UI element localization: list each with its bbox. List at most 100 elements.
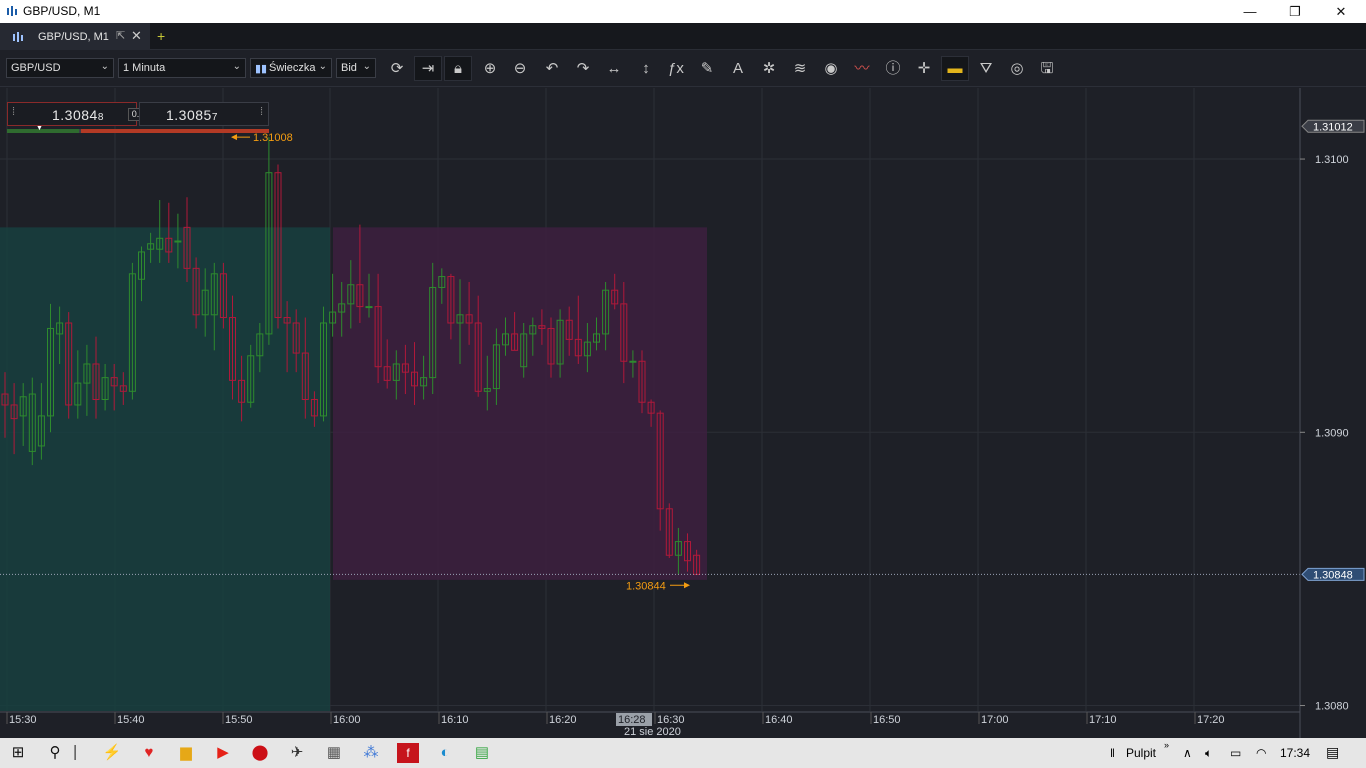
paint-bucket-icon[interactable]: ⛛ [976,59,996,79]
zoom-in-icon[interactable]: ⊕ [480,59,500,79]
candle-body[interactable] [629,360,637,363]
autoscroll-icon[interactable]: ⇥ [418,59,438,79]
grip-icon: ⁞ [12,106,16,118]
wifi-icon[interactable]: ◠ [1256,746,1266,760]
crosshair-icon[interactable]: ✛ [914,59,934,79]
tray-expand-icon[interactable]: ∧ [1183,746,1192,760]
app-bird-icon[interactable]: ✈ [286,743,308,763]
price-tick-label: 1.3100 [1315,154,1349,166]
ask-pip: 7 [211,112,218,123]
refresh-icon[interactable]: ⟳ [387,59,407,79]
sentiment-marker-icon: ▼ [36,125,43,132]
media-player-icon[interactable]: ▶ [212,743,234,763]
toolbar-separator: ‖ [1110,746,1115,760]
time-tick-label: 16:20 [549,714,577,726]
price-tick-label: 1.3080 [1315,701,1349,713]
ask-price: 1.30857 [166,107,218,123]
horizontal-scale-icon[interactable]: ↔ [604,59,624,79]
zoom-out-icon[interactable]: ⊖ [510,59,530,79]
detach-tab-icon[interactable]: ⇱ [116,29,125,42]
trading-app-icon[interactable]: f [397,743,419,763]
app-pin-icon[interactable]: ⚡ [101,743,123,763]
candlestick-app-icon [7,6,17,16]
timeframe-select[interactable]: 1 Minuta ⌄ [118,58,246,78]
windows-taskbar: ⊞ ⚲ ⎸ ⚡ ♥ ▆ ▶ ⬤ ✈ ▦ ⁂ f ◐ ▤ ‖ Pulpit » ∧… [0,738,1366,768]
signal-icon[interactable]: 〰 [852,59,872,79]
window-title: GBP/USD, M1 [23,4,101,18]
windows-start-icon[interactable]: ⊞ [7,743,29,763]
time-tick-label: 16:40 [765,714,793,726]
crosshair-time-label: 16:28 [618,714,646,726]
save-icon[interactable]: 🖫︎ [1037,59,1057,79]
app-dots-icon[interactable]: ⁂ [360,743,382,763]
chart-canvas[interactable]: 1.31001.30901.30801.310121.308481.310081… [0,88,1366,738]
tab-gbpusd[interactable]: GBP/USD, M1 ⇱ ✕ [0,23,150,50]
chevron-up-icon[interactable]: » [1164,740,1169,750]
price-chart[interactable]: 1.3100 1.3090 1.3080 1.31012 1.30848 1.31008 1… [0,88,1366,738]
calculator-icon[interactable]: ▦ [323,743,345,763]
spreadsheet-icon[interactable]: ▤ [471,743,493,763]
opera-icon[interactable]: ⬤ [249,743,271,763]
battery-icon[interactable]: ▭ [1230,746,1241,760]
lock-icon[interactable]: 🔒︎ [448,59,468,79]
chevron-down-icon: ⌄ [100,61,109,72]
file-explorer-icon[interactable]: ▆ [175,743,197,763]
chart-tab-bar: GBP/USD, M1 ⇱ ✕ + [0,23,1366,50]
time-tick-label: 16:10 [441,714,469,726]
candle-body[interactable] [365,306,373,309]
bid-pip: 8 [97,112,104,123]
price-side-select[interactable]: Bid ⌄ [336,58,376,78]
buy-button[interactable]: 1.30857 ⁞ [139,102,269,126]
notifications-icon[interactable]: ▤ [1326,744,1339,761]
chart-type-select[interactable]: ▮▮ Świeczka ⌄ [250,58,332,78]
time-tick-label: 15:30 [9,714,37,726]
camera-icon[interactable]: ◎ [1007,59,1027,79]
vertical-scale-icon[interactable]: ↕ [636,59,656,79]
redo-icon[interactable]: ↷ [573,59,593,79]
layers-icon[interactable]: ≋ [790,59,810,79]
close-tab-icon[interactable]: ✕ [131,28,142,44]
task-view-icon[interactable]: ⎸ [71,743,93,763]
speaker-icon[interactable]: 🔈︎ [1205,746,1212,761]
minimize-button[interactable]: — [1227,0,1273,23]
chevron-down-icon: ⌄ [232,61,241,72]
chart-type-value: Świeczka [269,62,316,74]
text-tool-icon[interactable]: A [728,59,748,79]
info-icon[interactable]: ⓘ [883,59,903,79]
pencil-icon[interactable]: ✎ [697,59,717,79]
current-price-badge: 1.30848 [1313,569,1353,581]
time-tick-label: 15:40 [117,714,145,726]
price-side-value: Bid [341,62,357,74]
symbol-select[interactable]: GBP/USD ⌄ [6,58,114,78]
clock-time[interactable]: 17:34 [1280,746,1310,760]
color-bar-icon[interactable]: ▬ [945,59,965,79]
window-title-bar: GBP/USD, M1 — ❐ ✕ [0,0,1366,23]
candlestick-icon [13,32,23,42]
time-tick-label: 17:10 [1089,714,1117,726]
undo-icon[interactable]: ↶ [542,59,562,79]
edge-browser-icon[interactable]: ◐ [434,743,456,763]
candle-body[interactable] [174,240,182,243]
close-button[interactable]: ✕ [1318,0,1364,23]
tab-label: GBP/USD, M1 [38,31,109,43]
top-price-badge: 1.31012 [1313,121,1353,133]
quote-widget: ⁞ 1.30848 0.9 1.30857 ⁞ ▼ [7,102,269,140]
low-price-label: 1.30844 [626,580,666,592]
heart-app-icon[interactable]: ♥ [138,743,160,763]
time-tick-label: 16:50 [873,714,901,726]
candle-type-icon: ▮▮ [255,63,268,75]
eye-icon[interactable]: ◉ [821,59,841,79]
ask-main: 1.3085 [166,107,212,123]
chevron-down-icon: ⌄ [318,61,327,72]
restore-button[interactable]: ❐ [1272,0,1318,23]
price-tick-label: 1.3090 [1315,427,1349,439]
sell-button[interactable]: ⁞ 1.30848 [7,102,137,126]
date-label: 21 sie 2020 [624,726,681,738]
sell-sentiment-fill [81,129,269,133]
new-chart-tab-button[interactable]: + [157,28,165,44]
desktop-label[interactable]: Pulpit [1126,746,1156,760]
search-icon[interactable]: ⚲ [44,743,66,763]
network-icon[interactable]: ✲ [759,59,779,79]
indicator-fx-icon[interactable]: ƒx [666,59,686,79]
sentiment-bar [7,129,269,133]
